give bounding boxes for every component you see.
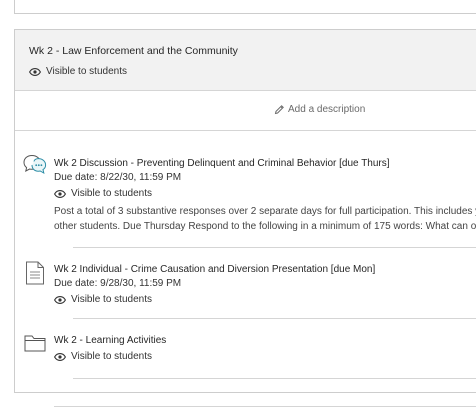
visibility-label: Visible to students: [71, 188, 152, 199]
folder-title[interactable]: Wk 2 - Law Enforcement and the Community: [29, 45, 238, 57]
folder-visibility[interactable]: Visible to students: [29, 66, 127, 77]
visibility-label: Visible to students: [71, 351, 152, 362]
visibility-label: Visible to students: [71, 294, 152, 305]
item-divider: [73, 318, 476, 319]
add-description-row: Add a description: [15, 90, 476, 131]
content-item-discussion: Wk 2 Discussion - Preventing Delinquent …: [15, 148, 476, 232]
item-description-line: Post a total of 3 substantive responses …: [54, 206, 476, 217]
item-due-date: Due date: 9/28/30, 11:59 PM: [54, 278, 182, 289]
previous-item-fragment: [14, 0, 476, 14]
content-item-assignment: Wk 2 Individual - Crime Causation and Di…: [15, 256, 476, 306]
eye-icon: [54, 352, 66, 361]
item-title[interactable]: Wk 2 Discussion - Preventing Delinquent …: [54, 158, 390, 169]
next-section-divider: [54, 406, 476, 407]
content-folder: Wk 2 - Law Enforcement and the Community…: [14, 29, 476, 393]
folder-icon: [24, 335, 46, 352]
discussion-icon: [23, 154, 47, 174]
folder-header[interactable]: Wk 2 - Law Enforcement and the Community…: [15, 30, 476, 91]
add-description-button[interactable]: Add a description: [274, 104, 365, 115]
visibility-label: Visible to students: [46, 66, 127, 77]
item-visibility[interactable]: Visible to students: [54, 188, 152, 199]
eye-icon: [29, 67, 41, 76]
item-visibility[interactable]: Visible to students: [54, 294, 152, 305]
item-due-date: Due date: 8/22/30, 11:59 PM: [54, 172, 182, 183]
document-icon: [26, 261, 44, 285]
eye-icon: [54, 189, 66, 198]
add-description-label: Add a description: [288, 104, 366, 115]
item-divider: [73, 247, 476, 248]
item-visibility[interactable]: Visible to students: [54, 351, 152, 362]
item-title[interactable]: Wk 2 Individual - Crime Causation and Di…: [54, 264, 375, 275]
item-description-line: other students. Due Thursday Respond to …: [54, 221, 476, 232]
pencil-icon: [274, 105, 284, 115]
content-item-folder: Wk 2 - Learning Activities Visible to st…: [15, 327, 476, 367]
item-divider: [73, 378, 476, 379]
item-title[interactable]: Wk 2 - Learning Activities: [54, 335, 166, 346]
eye-icon: [54, 295, 66, 304]
